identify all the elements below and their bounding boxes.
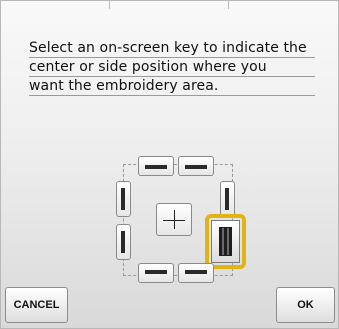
left-top-position-key[interactable] bbox=[116, 181, 131, 217]
ok-button[interactable]: OK bbox=[276, 287, 335, 323]
vertical-bar-icon bbox=[121, 231, 125, 253]
message-line-3: want the embroidery area. bbox=[29, 77, 315, 96]
horizontal-bar-icon bbox=[185, 270, 207, 274]
bar-stripe bbox=[227, 228, 229, 255]
right-bottom-position-key[interactable] bbox=[211, 220, 240, 263]
bottom-left-position-key[interactable] bbox=[138, 263, 174, 283]
top-right-position-key[interactable] bbox=[178, 156, 214, 176]
cancel-button[interactable]: CANCEL bbox=[5, 287, 68, 323]
horizontal-bar-icon bbox=[185, 165, 207, 169]
frame-tick bbox=[109, 1, 110, 9]
vertical-bar-icon bbox=[121, 188, 125, 210]
horizontal-bar-icon bbox=[145, 165, 167, 169]
center-position-key[interactable] bbox=[156, 203, 192, 236]
frame-tick bbox=[228, 1, 229, 9]
position-dialog: Select an on-screen key to indicate the … bbox=[0, 0, 339, 329]
horizontal-bar-icon bbox=[145, 270, 167, 274]
instruction-message: Select an on-screen key to indicate the … bbox=[29, 39, 315, 96]
right-top-position-key[interactable] bbox=[220, 181, 235, 217]
left-bottom-position-key[interactable] bbox=[116, 224, 131, 260]
bar-stripe bbox=[222, 228, 224, 255]
selected-bar-icon bbox=[219, 227, 232, 256]
crosshair-icon-vertical bbox=[174, 210, 175, 229]
top-left-position-key[interactable] bbox=[138, 156, 174, 176]
bottom-right-position-key[interactable] bbox=[178, 263, 214, 283]
message-line-2: center or side position where you bbox=[29, 58, 315, 77]
message-line-1: Select an on-screen key to indicate the bbox=[29, 39, 315, 58]
vertical-bar-icon bbox=[225, 188, 229, 210]
